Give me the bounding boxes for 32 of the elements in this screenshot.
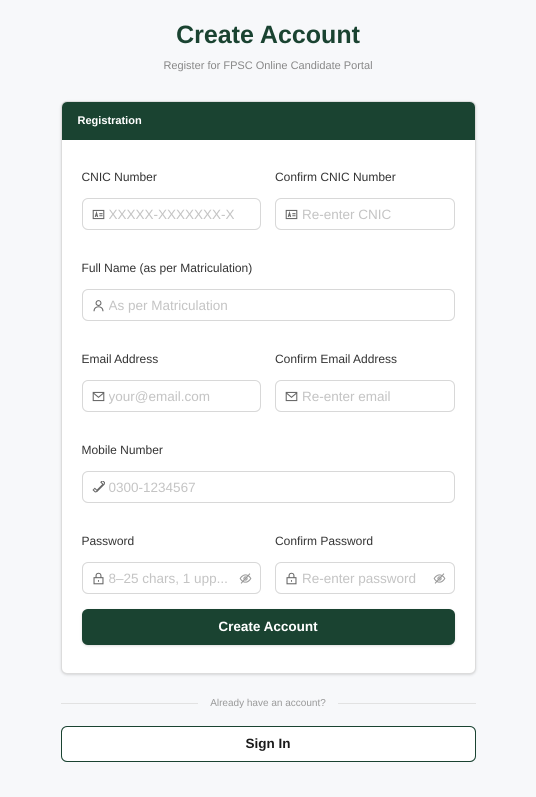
sign-in-button[interactable]: Sign In	[60, 726, 476, 762]
field-label: Email Address	[82, 351, 160, 367]
eye-off-icon[interactable]	[432, 572, 446, 584]
page-subtitle: Register for FPSC Online Candidate Portal	[163, 59, 373, 73]
id-card-icon	[92, 208, 104, 220]
eye-off-icon[interactable]	[239, 572, 252, 584]
field-label: Confirm CNIC Number	[275, 169, 397, 185]
lock-icon	[285, 572, 298, 584]
field-label: Password	[82, 533, 136, 549]
input-field[interactable]: Re-enter CNIC	[275, 198, 454, 230]
input-field[interactable]: 8–25 chars, 1 upp...	[82, 562, 261, 594]
input-field[interactable]: Re-enter email	[275, 380, 454, 412]
field-label: Confirm Email Address	[275, 351, 398, 367]
field-label: Confirm Password	[275, 533, 374, 549]
input-field[interactable]: your@email.com	[82, 380, 261, 412]
person-icon	[92, 298, 104, 312]
divider-text: Already have an account?	[210, 697, 326, 711]
id-card-icon	[285, 208, 298, 220]
envelope-icon	[92, 390, 104, 402]
field-label: Full Name (as per Matriculation)	[82, 260, 254, 276]
card-header-title: Registration	[78, 114, 142, 129]
create-account-button[interactable]: Create Account	[82, 609, 454, 645]
phone-icon	[92, 480, 104, 494]
lock-icon	[92, 572, 104, 584]
page-title: Create Account	[176, 20, 360, 50]
field-label: CNIC Number	[82, 169, 158, 185]
input-field[interactable]: XXXXX-XXXXXXX-X	[82, 198, 261, 230]
envelope-icon	[285, 390, 298, 402]
input-field[interactable]: Re-enter password	[275, 562, 454, 594]
field-label: Mobile Number	[82, 442, 164, 458]
input-field[interactable]: As per Matriculation	[82, 289, 454, 321]
input-field[interactable]: 0300-1234567	[82, 471, 454, 503]
